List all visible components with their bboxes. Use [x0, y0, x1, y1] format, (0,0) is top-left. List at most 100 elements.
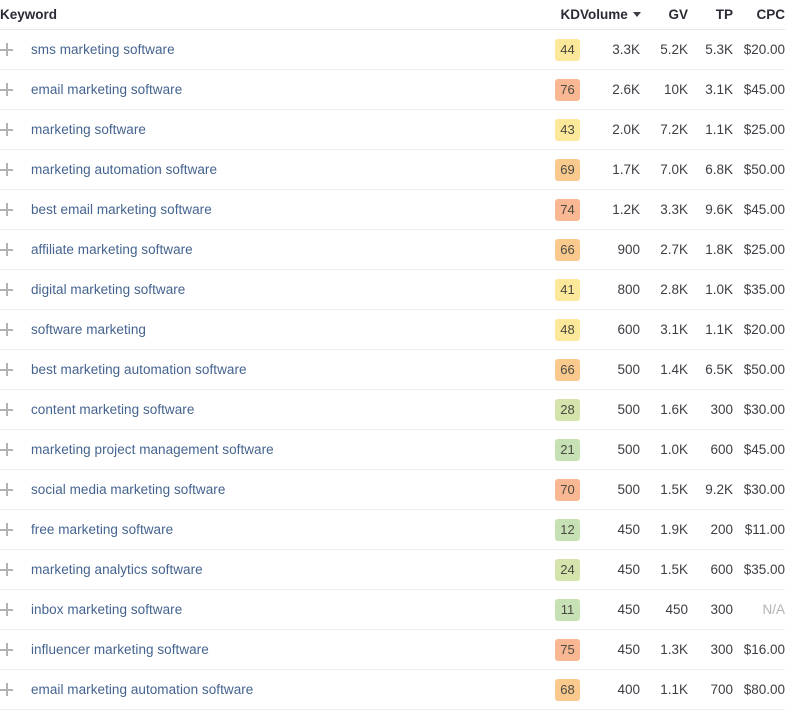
keyword-link[interactable]: digital marketing software	[31, 282, 185, 297]
plus-icon[interactable]	[0, 563, 13, 576]
table-header: Keyword KD Volume GV TP CPC	[0, 0, 785, 30]
keyword-link[interactable]: free marketing software	[31, 522, 173, 537]
table-row[interactable]: free marketing software 12 450 1.9K 200 $11.0…	[0, 509, 785, 550]
column-header-keyword[interactable]: Keyword	[0, 0, 530, 30]
keyword-link[interactable]: software marketing	[31, 322, 146, 337]
table-row[interactable]: marketing project management software 21 5…	[0, 429, 785, 470]
table-row[interactable]: affiliate marketing software 66 900 2.7K 1.8…	[0, 229, 785, 270]
volume-cell-value: 900	[617, 242, 640, 257]
cpc-cell-value: $11.00	[744, 522, 785, 537]
table-row[interactable]: best email marketing software 74 1.2K 3.3K 9…	[0, 189, 785, 230]
gv-cell-value: 1.5K	[660, 482, 688, 497]
keyword-link[interactable]: influencer marketing software	[31, 642, 209, 657]
plus-icon[interactable]	[0, 403, 13, 416]
volume-cell-value: 450	[617, 602, 640, 617]
table-row[interactable]: software marketing 48 600 3.1K 1.1K $20.00	[0, 309, 785, 350]
caret-down-icon	[632, 12, 641, 17]
keyword-link[interactable]: sms marketing software	[31, 42, 175, 57]
keyword-link[interactable]: best email marketing software	[31, 202, 212, 217]
tp-cell-value: 200	[710, 522, 733, 537]
volume-cell: 2.6K	[580, 69, 640, 110]
keyword-link[interactable]: social media marketing software	[31, 482, 225, 497]
kd-badge: 21	[555, 438, 580, 461]
keyword-cell-inner: marketing automation software	[0, 162, 530, 177]
plus-icon[interactable]	[0, 603, 13, 616]
plus-icon[interactable]	[0, 243, 13, 256]
plus-icon[interactable]	[0, 523, 13, 536]
plus-icon[interactable]	[0, 123, 13, 136]
plus-icon[interactable]	[0, 683, 13, 696]
plus-icon[interactable]	[0, 83, 13, 96]
column-header-volume[interactable]: Volume	[580, 0, 641, 30]
keyword-link[interactable]: marketing automation software	[31, 162, 217, 177]
cpc-cell-value: $45.00	[743, 202, 785, 217]
plus-icon[interactable]	[0, 643, 13, 656]
table-row[interactable]: inbox marketing software 11 450 450 300 N/A	[0, 589, 785, 630]
plus-icon[interactable]	[0, 363, 13, 376]
plus-icon[interactable]	[0, 203, 13, 216]
tp-cell: 1.8K	[688, 229, 733, 270]
table-row[interactable]: social media marketing software 70 500 1.5K…	[0, 469, 785, 510]
keyword-link[interactable]: email marketing automation software	[31, 682, 253, 697]
keyword-link[interactable]: marketing analytics software	[31, 562, 203, 577]
keyword-cell-inner: best marketing automation software	[0, 362, 530, 377]
kd-cell: 69	[530, 149, 580, 190]
volume-cell: 400	[580, 669, 640, 710]
cpc-cell: $25.00	[733, 109, 785, 150]
tp-cell-value: 1.1K	[705, 122, 733, 137]
gv-cell: 1.5K	[640, 549, 688, 590]
kd-cell: 66	[530, 229, 580, 270]
keyword-link[interactable]: best marketing automation software	[31, 362, 247, 377]
keyword-link[interactable]: email marketing software	[31, 82, 182, 97]
tp-cell-value: 300	[710, 402, 733, 417]
kd-badge: 44	[555, 38, 580, 61]
volume-cell-value: 450	[617, 562, 640, 577]
table-row[interactable]: marketing software 43 2.0K 7.2K 1.1K $25.00	[0, 109, 785, 150]
keyword-cell-inner: marketing project management software	[0, 442, 530, 457]
plus-icon[interactable]	[0, 283, 13, 296]
cpc-cell-value: $30.00	[743, 482, 785, 497]
tp-cell-value: 6.5K	[705, 362, 733, 377]
volume-cell: 500	[580, 429, 640, 470]
table-row[interactable]: marketing automation software 69 1.7K 7.0K 6…	[0, 149, 785, 190]
keyword-link[interactable]: inbox marketing software	[31, 602, 182, 617]
cpc-cell: $50.00	[733, 349, 785, 390]
table-row[interactable]: email marketing software 76 2.6K 10K 3.1K $45…	[0, 69, 785, 110]
cpc-cell: $25.00	[733, 229, 785, 270]
plus-icon[interactable]	[0, 323, 13, 336]
plus-icon[interactable]	[0, 163, 13, 176]
column-header-volume-label: Volume	[580, 7, 628, 22]
column-header-cpc[interactable]: CPC	[733, 0, 785, 30]
keyword-link[interactable]: content marketing software	[31, 402, 194, 417]
keyword-cell: social media marketing software	[0, 469, 530, 510]
kd-badge: 12	[555, 518, 580, 541]
table-row[interactable]: content marketing software 28 500 1.6K 300 $3…	[0, 389, 785, 430]
plus-icon[interactable]	[0, 483, 13, 496]
table-row[interactable]: digital marketing software 41 800 2.8K 1.0K $…	[0, 269, 785, 310]
tp-cell-value: 300	[710, 642, 733, 657]
tp-cell-value: 9.2K	[705, 482, 733, 497]
keyword-link[interactable]: marketing project management software	[31, 442, 274, 457]
plus-icon[interactable]	[0, 443, 13, 456]
table-row[interactable]: marketing analytics software 24 450 1.5K 600…	[0, 549, 785, 590]
keyword-cell: inbox marketing software	[0, 589, 530, 630]
column-header-tp[interactable]: TP	[688, 0, 733, 30]
tp-cell: 9.6K	[688, 189, 733, 230]
keyword-link[interactable]: affiliate marketing software	[31, 242, 193, 257]
kd-cell: 44	[530, 29, 580, 70]
keyword-cell: best email marketing software	[0, 189, 530, 230]
kd-badge: 28	[555, 398, 580, 421]
table-row[interactable]: best marketing automation software 66 500 1…	[0, 349, 785, 390]
table-row[interactable]: influencer marketing software 75 450 1.3K 30…	[0, 629, 785, 670]
volume-cell: 900	[580, 229, 640, 270]
plus-icon[interactable]	[0, 43, 13, 56]
gv-cell: 1.0K	[640, 429, 688, 470]
volume-cell: 1.7K	[580, 149, 640, 190]
tp-cell: 200	[688, 509, 733, 550]
keyword-link[interactable]: marketing software	[31, 122, 146, 137]
column-header-gv[interactable]: GV	[640, 0, 688, 30]
column-header-kd[interactable]: KD	[530, 0, 580, 30]
table-row[interactable]: email marketing automation software 68 400…	[0, 669, 785, 710]
volume-cell: 500	[580, 469, 640, 510]
table-row[interactable]: sms marketing software 44 3.3K 5.2K 5.3K $20.…	[0, 29, 785, 70]
